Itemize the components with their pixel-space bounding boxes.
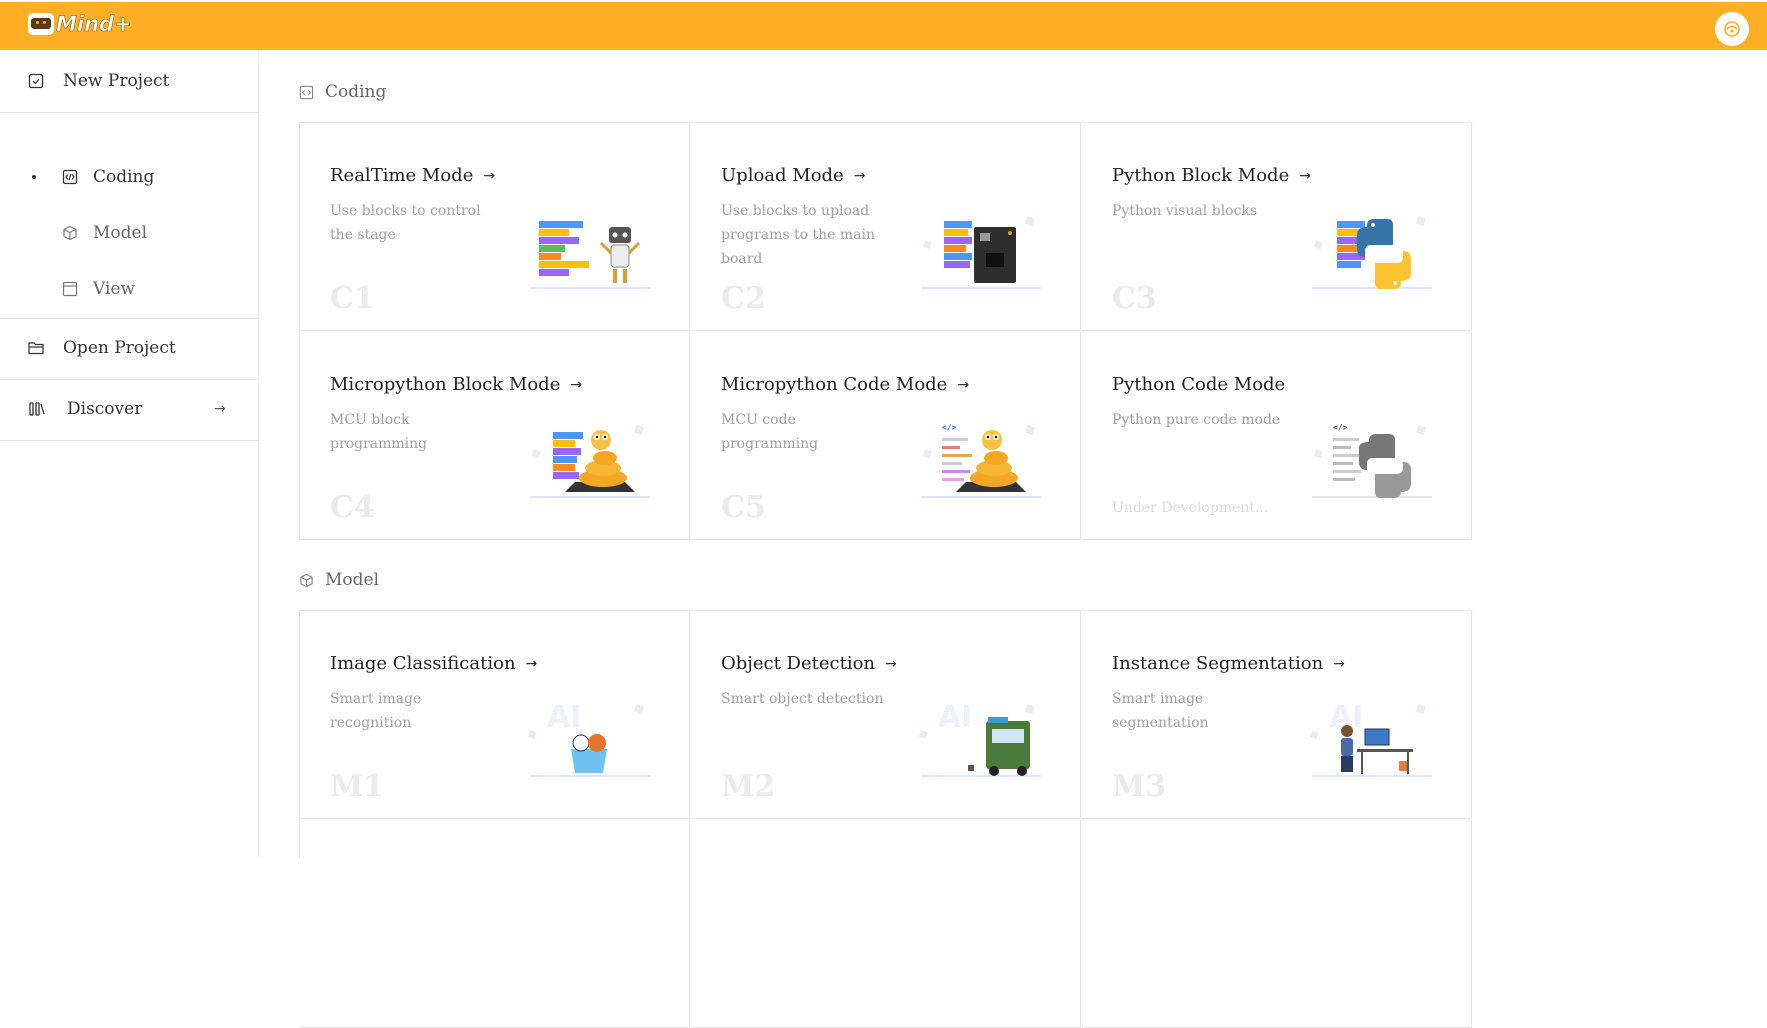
under-development-note: Under Development... xyxy=(1112,500,1269,516)
section-title: Coding xyxy=(325,82,387,102)
snake-chip-illustration xyxy=(530,424,650,498)
card-title: Upload Mode → xyxy=(721,165,866,186)
python-blocks-illustration xyxy=(1312,215,1432,289)
snake-code-illustration: </> xyxy=(921,423,1041,498)
arrow-right-icon: → xyxy=(570,376,583,393)
cube-icon xyxy=(63,225,77,241)
sidebar-label-open-project: Open Project xyxy=(63,338,176,358)
card-micropython-code-mode[interactable]: Micropython Code Mode → MCU code programm… xyxy=(691,332,1081,540)
ai-desk-illustration: AI xyxy=(1309,701,1432,777)
card-title: Image Classification → xyxy=(330,653,538,674)
card-title: Micropython Code Mode → xyxy=(721,374,970,395)
svg-text:AI: AI xyxy=(547,701,581,735)
svg-text:</>: </> xyxy=(942,423,957,432)
card-title: Object Detection → xyxy=(721,653,897,674)
arrow-right-icon: → xyxy=(525,655,538,672)
code-icon xyxy=(62,169,78,185)
card-description: Python visual blocks xyxy=(1112,203,1258,219)
card-realtime-mode[interactable]: RealTime Mode → Use blocks to control the… xyxy=(300,123,690,331)
card-code: M1 xyxy=(330,769,385,804)
section-title: Model xyxy=(325,570,380,590)
robot-logo-icon xyxy=(28,13,54,35)
active-dot xyxy=(32,175,36,179)
section-header-model: Model xyxy=(299,570,379,590)
card-description: Use blocks to control the stage xyxy=(330,203,481,243)
arrow-right-icon: → xyxy=(885,655,897,672)
card-python-block-mode[interactable]: Python Block Mode → Python visual blocks … xyxy=(1082,123,1472,331)
sidebar-item-new-project[interactable]: New Project xyxy=(0,50,258,112)
sidebar: New Project Coding Model View Open Proje… xyxy=(0,50,259,857)
settings-button[interactable] xyxy=(1715,12,1749,46)
card-description: MCU block programming xyxy=(330,412,428,452)
top-bar: Mind+ xyxy=(0,2,1767,50)
card-object-detection[interactable]: Object Detection → Smart object detection… xyxy=(691,611,1081,819)
card-title: Micropython Block Mode → xyxy=(330,374,583,395)
card-code: C1 xyxy=(330,281,375,316)
model-grid: Image Classification → Smart image recogn… xyxy=(299,610,1473,1028)
card-micropython-block-mode[interactable]: Micropython Block Mode → MCU block progra… xyxy=(300,332,690,540)
svg-text:AI: AI xyxy=(938,701,972,735)
card-description: Smart image segmentation xyxy=(1112,691,1209,731)
card-description: Smart object detection xyxy=(721,691,884,707)
folder-icon xyxy=(28,342,44,355)
robot-blocks-illustration xyxy=(530,221,650,289)
card-title: RealTime Mode → xyxy=(330,165,496,186)
divider xyxy=(0,440,258,441)
svg-text:</>: </> xyxy=(1333,423,1348,432)
cube-icon xyxy=(300,573,313,587)
card-title: Instance Segmentation → xyxy=(1112,653,1345,674)
sidebar-item-model[interactable]: Model xyxy=(0,218,258,248)
python-code-illustration: </> xyxy=(1312,423,1432,498)
card-title: Python Code Mode xyxy=(1112,374,1286,395)
card-partial xyxy=(1082,820,1472,1028)
divider xyxy=(0,112,258,113)
code-icon xyxy=(299,85,314,99)
card-code: C3 xyxy=(1112,281,1157,316)
sidebar-item-coding[interactable]: Coding xyxy=(0,162,258,192)
sidebar-label-view: View xyxy=(93,279,136,299)
section-header-coding: Coding xyxy=(299,82,386,102)
sidebar-label-coding: Coding xyxy=(93,167,155,187)
arrow-right-icon: → xyxy=(214,401,226,417)
coding-grid: RealTime Mode → Use blocks to control the… xyxy=(299,122,1473,541)
card-partial xyxy=(691,820,1081,1028)
card-upload-mode[interactable]: Upload Mode → Use blocks to upload progra… xyxy=(691,123,1081,331)
card-code: M2 xyxy=(721,769,776,804)
ai-basket-illustration: AI xyxy=(527,701,650,777)
card-description: Smart image recognition xyxy=(330,691,422,731)
sidebar-label-model: Model xyxy=(93,223,148,243)
window-icon xyxy=(62,281,78,297)
board-blocks-illustration xyxy=(921,215,1041,289)
card-partial xyxy=(300,820,690,1028)
sidebar-item-open-project[interactable]: Open Project xyxy=(0,318,258,378)
palette-icon xyxy=(1724,21,1740,37)
arrow-right-icon: → xyxy=(1333,655,1345,672)
ai-truck-illustration: AI xyxy=(918,701,1041,777)
card-description: MCU code programming xyxy=(721,412,819,452)
card-python-code-mode[interactable]: Python Code Mode Python pure code mode U… xyxy=(1082,332,1472,540)
books-icon xyxy=(29,402,45,416)
card-title: Python Block Mode → xyxy=(1112,165,1311,186)
card-code: C4 xyxy=(330,490,375,525)
sidebar-label-new-project: New Project xyxy=(63,71,170,91)
card-description: Use blocks to upload programs to the mai… xyxy=(721,203,875,267)
new-project-icon xyxy=(28,73,44,89)
arrow-right-icon: → xyxy=(1299,167,1311,184)
arrow-right-icon: → xyxy=(483,167,496,184)
sidebar-label-discover: Discover xyxy=(67,399,143,419)
app-title: Mind+ xyxy=(56,12,132,37)
app-logo: Mind+ xyxy=(28,12,132,36)
sidebar-item-discover[interactable]: Discover → xyxy=(0,379,258,439)
card-instance-segmentation[interactable]: Instance Segmentation → Smart image segme… xyxy=(1082,611,1472,819)
card-code: C2 xyxy=(721,281,766,316)
card-code: M3 xyxy=(1112,769,1167,804)
arrow-right-icon: → xyxy=(853,167,866,184)
card-description: Python pure code mode xyxy=(1112,412,1281,428)
sidebar-item-view[interactable]: View xyxy=(0,274,258,304)
arrow-right-icon: → xyxy=(957,376,970,393)
card-code: C5 xyxy=(721,490,766,525)
card-image-classification[interactable]: Image Classification → Smart image recogn… xyxy=(300,611,690,819)
